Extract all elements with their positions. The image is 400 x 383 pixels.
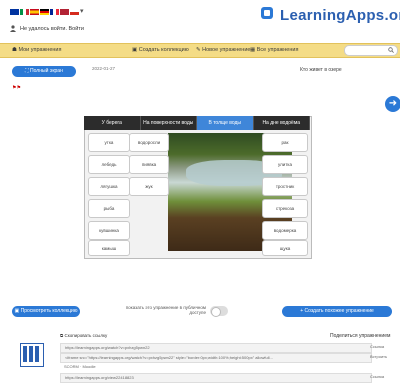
puzzle-piece[interactable]: лягушка [88, 177, 130, 196]
create-similar-button[interactable]: + Создать похожее упражнение [282, 306, 392, 317]
logo-icon [261, 7, 273, 19]
puzzle-piece[interactable]: водоросли [129, 133, 169, 152]
category-tabs: У берега На поверхности воды В толще вод… [84, 116, 310, 130]
share-link-field[interactable]: https://learningapps.org/watch?v=pxhzg5p… [60, 343, 372, 353]
share-title: Поделиться упражнением [330, 333, 391, 339]
puzzle-piece[interactable]: лебедь [88, 155, 130, 174]
user-icon [10, 25, 16, 32]
flag-7[interactable] [70, 9, 79, 15]
flag-3[interactable] [30, 9, 39, 15]
toolbar-new-app[interactable]: ✎ Новое упражнение [196, 47, 250, 53]
qr-code-pattern [23, 346, 39, 362]
site-logo[interactable]: LearningApps.org [280, 7, 400, 24]
puzzle-piece[interactable]: улитка [262, 155, 308, 174]
puzzle-piece[interactable]: кувшинка [88, 221, 130, 240]
puzzle-piece[interactable]: тростник [262, 177, 308, 196]
copy-link-button[interactable]: ⧉ Скопировать ссылку [60, 333, 107, 338]
preview-collection-button[interactable]: ▣ Просмотреть коллекцию [12, 306, 80, 317]
full-link-field[interactable]: https://learningapps.org/view22418823 [60, 373, 372, 383]
flag-1[interactable] [10, 9, 19, 15]
share-row-label: Ссылка [370, 344, 385, 349]
public-toggle-knob[interactable] [211, 307, 221, 317]
login-status-text[interactable]: Не удалось войти. Войти [20, 26, 84, 32]
puzzle-piece[interactable]: пиявка [129, 155, 169, 174]
report-flag-icon[interactable]: ⚑⚑ [12, 85, 21, 91]
language-flags[interactable] [10, 9, 79, 15]
tab-water-column[interactable]: В толще воды [197, 116, 254, 130]
main-toolbar: ▦ Все упражнения ✎ Новое упражнение ▣ Со… [0, 43, 400, 58]
puzzle-piece[interactable]: камыш [88, 240, 130, 256]
language-chevron-icon[interactable]: ▾ [80, 7, 84, 15]
search-input[interactable] [344, 45, 398, 56]
share-row-label: Ссылка [370, 374, 385, 379]
flag-6[interactable] [60, 9, 69, 15]
puzzle-piece[interactable]: стрекоза [262, 199, 308, 218]
public-toggle-label: показать это упражнение в публичном дост… [125, 305, 206, 315]
flag-4[interactable] [40, 9, 49, 15]
puzzle-piece[interactable]: рыба [88, 199, 130, 218]
flag-5[interactable] [50, 9, 59, 15]
tab-bottom[interactable]: На дне водоёма [254, 116, 310, 130]
puzzle-piece[interactable]: жук [129, 177, 169, 196]
toolbar-all-apps[interactable]: ▦ Все упражнения [250, 47, 298, 53]
page-title: Кто живет в озере [300, 67, 342, 73]
search-icon [388, 47, 394, 53]
toolbar-my-apps[interactable]: ☗ Мои упражнения [12, 47, 61, 53]
embed-code-field[interactable]: <iframe src="https://learningapps.org/wa… [60, 353, 372, 363]
fullscreen-button[interactable]: ⛶ Полный экран [12, 66, 76, 77]
puzzle-piece[interactable]: утка [88, 133, 130, 152]
flag-2[interactable] [20, 9, 29, 15]
toolbar-create-collection[interactable]: ▣ Создать коллекцию [132, 47, 189, 53]
share-row-label: Встроить [370, 354, 388, 359]
puzzle-piece[interactable]: щука [262, 240, 308, 256]
publish-date: 2022-01-27 [92, 66, 116, 71]
puzzle-piece[interactable]: рак [262, 133, 308, 152]
tab-surface[interactable]: На поверхности воды [141, 116, 197, 130]
next-arrow-button[interactable]: ➜ [385, 96, 400, 112]
tab-shore[interactable]: У берега [84, 116, 141, 130]
scorm-links[interactable]: SCORM · Moodle [60, 363, 370, 371]
puzzle-piece[interactable]: водомерка [262, 221, 308, 240]
